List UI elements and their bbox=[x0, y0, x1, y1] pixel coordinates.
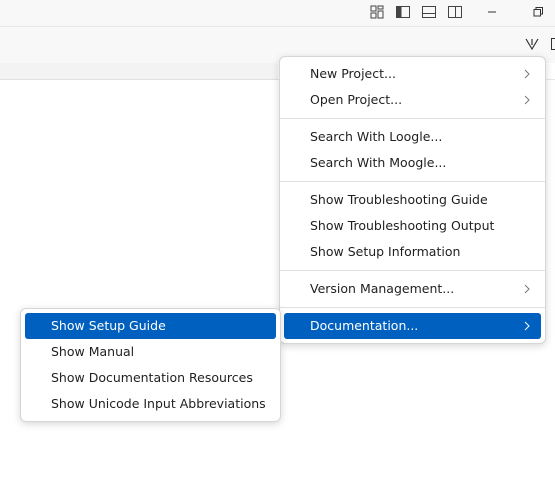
documentation-submenu: Show Setup Guide Show Manual Show Docume… bbox=[20, 308, 281, 422]
menu-item-search-loogle[interactable]: Search With Loogle... bbox=[284, 124, 541, 150]
menu-item-show-setup-guide[interactable]: Show Setup Guide bbox=[25, 313, 276, 339]
menu-item-label: Show Manual bbox=[51, 344, 135, 359]
minimize-icon[interactable] bbox=[482, 2, 502, 22]
menu-item-label: Open Project... bbox=[310, 92, 403, 107]
menu-item-label: Search With Moogle... bbox=[310, 155, 447, 170]
menu-item-label: Search With Loogle... bbox=[310, 129, 443, 144]
menu-item-label: Documentation... bbox=[310, 318, 419, 333]
menu-item-show-manual[interactable]: Show Manual bbox=[25, 339, 276, 365]
menu-item-label: Show Setup Information bbox=[310, 244, 461, 259]
menu-separator bbox=[280, 181, 545, 182]
menu-item-version-management[interactable]: Version Management... bbox=[284, 276, 541, 302]
chevron-right-icon bbox=[523, 313, 531, 339]
chevron-right-icon bbox=[523, 61, 531, 87]
menu-separator bbox=[280, 270, 545, 271]
menu-item-label: Version Management... bbox=[310, 281, 455, 296]
menu-item-label: Show Setup Guide bbox=[51, 318, 166, 333]
menu-item-label: Show Documentation Resources bbox=[51, 370, 253, 385]
menu-item-setup-information[interactable]: Show Setup Information bbox=[284, 239, 541, 265]
menu-separator bbox=[280, 307, 545, 308]
menu-item-label: Show Unicode Input Abbreviations bbox=[51, 396, 266, 411]
editor-tab-area bbox=[0, 63, 278, 80]
split-editor-icon[interactable] bbox=[546, 34, 555, 54]
menu-item-troubleshooting-guide[interactable]: Show Troubleshooting Guide bbox=[284, 187, 541, 213]
restore-icon[interactable] bbox=[528, 2, 548, 22]
toggle-primary-sidebar-icon[interactable] bbox=[393, 2, 413, 22]
customize-layout-icon[interactable] bbox=[367, 2, 387, 22]
menu-separator bbox=[280, 118, 545, 119]
menu-item-troubleshooting-output[interactable]: Show Troubleshooting Output bbox=[284, 213, 541, 239]
menu-item-search-moogle[interactable]: Search With Moogle... bbox=[284, 150, 541, 176]
chevron-right-icon bbox=[523, 276, 531, 302]
menu-item-label: New Project... bbox=[310, 66, 396, 81]
toggle-panel-icon[interactable] bbox=[419, 2, 439, 22]
title-bar bbox=[0, 0, 555, 26]
main-menu: New Project... Open Project... Search Wi… bbox=[279, 56, 546, 344]
menu-item-show-unicode-abbreviations[interactable]: Show Unicode Input Abbreviations bbox=[25, 391, 276, 417]
menu-item-label: Show Troubleshooting Guide bbox=[310, 192, 488, 207]
filter-icon[interactable] bbox=[522, 34, 542, 54]
toggle-secondary-sidebar-icon[interactable] bbox=[445, 2, 465, 22]
menu-item-new-project[interactable]: New Project... bbox=[284, 61, 541, 87]
menu-item-open-project[interactable]: Open Project... bbox=[284, 87, 541, 113]
menu-item-documentation[interactable]: Documentation... bbox=[284, 313, 541, 339]
chevron-right-icon bbox=[523, 87, 531, 113]
menu-item-label: Show Troubleshooting Output bbox=[310, 218, 495, 233]
menu-item-show-documentation-resources[interactable]: Show Documentation Resources bbox=[25, 365, 276, 391]
